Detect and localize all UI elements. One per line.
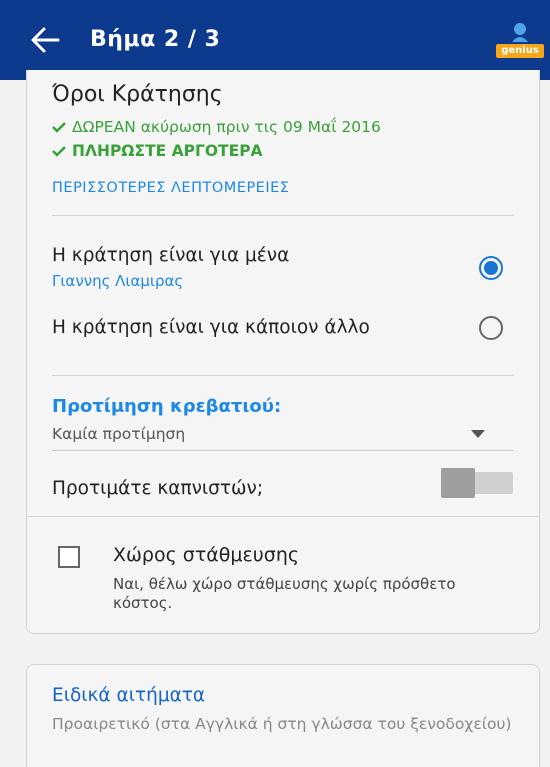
special-requests-label: Ειδικά αιτήματα [52,685,206,706]
parking-checkbox[interactable] [58,546,80,568]
checkmark-icon [52,146,66,157]
toggle-thumb [441,468,475,498]
page-title: Βήμα 2 / 3 [90,27,221,52]
booking-for-other-radio[interactable] [479,316,503,340]
smoking-toggle[interactable] [441,468,513,498]
free-cancellation-text: ΔΩΡΕΑΝ ακύρωση πριν τις 09 Μαΐ 2016 [72,118,381,136]
booking-for-other-label[interactable]: Η κράτηση είναι για κάποιον άλλο [52,317,370,338]
special-requests-hint: Προαιρετικό (στα Αγγλικά ή στη γλώσσα το… [52,715,512,733]
parking-description: Ναι, θέλω χώρο στάθμευσης χωρίς πρόσθετο… [113,575,456,612]
divider [52,375,514,376]
back-arrow-icon[interactable] [30,26,60,54]
booking-for-me-radio[interactable] [479,256,503,280]
pay-later-text: ΠΛΗΡΩΣΤΕ ΑΡΓΟΤΕΡΑ [72,142,263,160]
divider [52,215,514,216]
genius-badge: genius [496,44,544,58]
divider [27,516,539,517]
checkmark-icon [52,122,66,133]
booking-for-me-label[interactable]: Η κράτηση είναι για μένα [52,245,289,266]
select-underline [52,450,514,451]
conditions-heading: Όροι Κράτησης [52,82,223,107]
bed-preference-select[interactable]: Καμία προτίμηση [52,425,185,443]
smoking-preference-label: Προτιμάτε καπνιστών; [52,478,264,499]
dropdown-arrow-icon[interactable] [471,430,485,438]
free-cancellation-item: ΔΩΡΕΑΝ ακύρωση πριν τις 09 Μαΐ 2016 [52,118,381,136]
genius-profile-button[interactable]: genius [496,22,544,62]
guest-name: Γιαννης Λιαμιρας [52,272,184,290]
bed-preference-label: Προτίμηση κρεβατιού: [52,396,282,417]
app-bar: Βήμα 2 / 3 genius [0,0,550,80]
parking-label[interactable]: Χώρος στάθμευσης [113,544,299,566]
more-details-link[interactable]: ΠΕΡΙΣΣΟΤΕΡΕΣ ΛΕΠΤΟΜΕΡΕΙΕΣ [52,180,289,196]
user-avatar-icon [512,23,528,42]
pay-later-item: ΠΛΗΡΩΣΤΕ ΑΡΓΟΤΕΡΑ [52,142,263,160]
